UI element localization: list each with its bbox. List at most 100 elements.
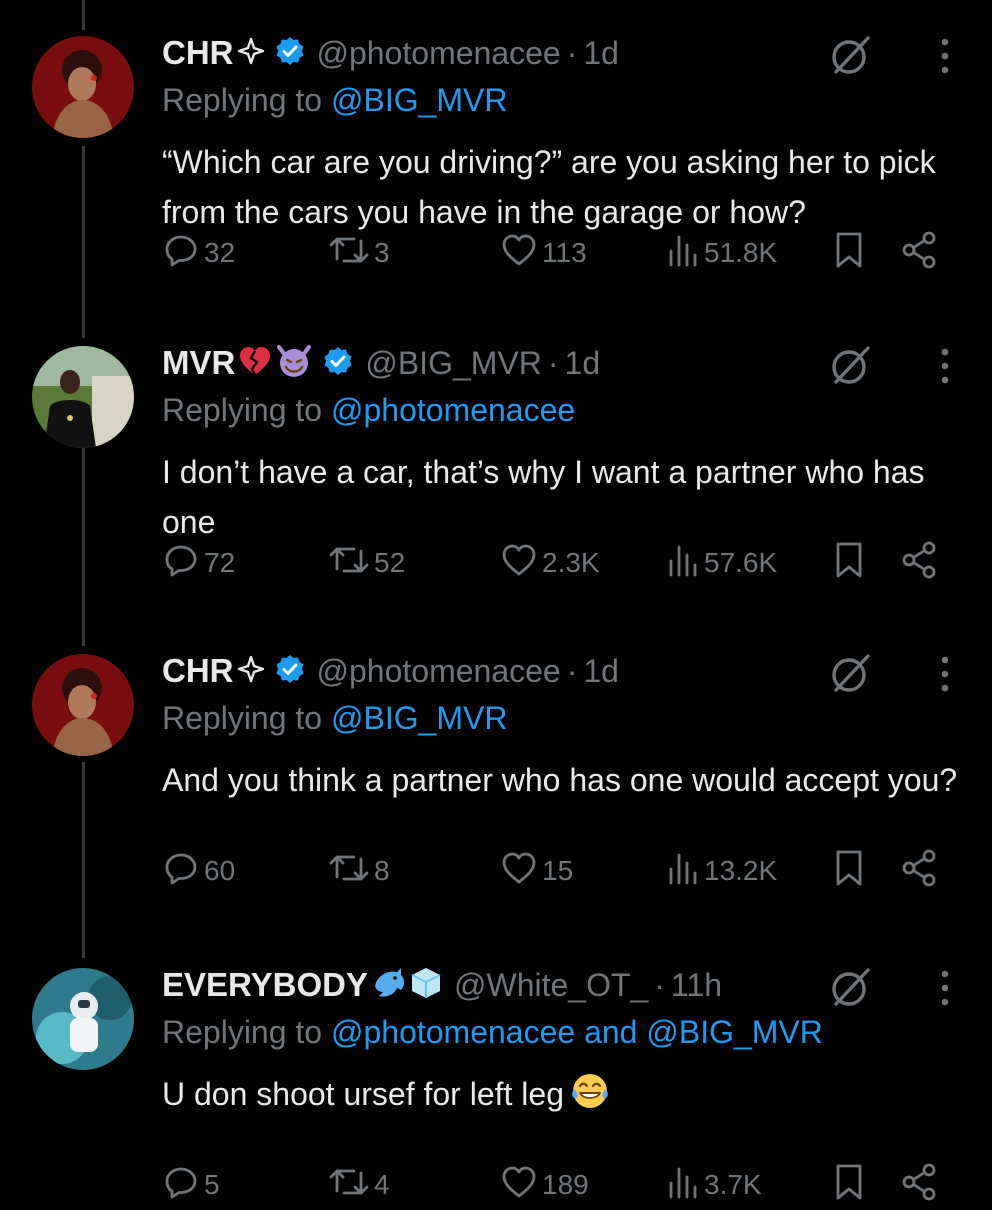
more-options-icon[interactable]: [938, 346, 952, 386]
views-button[interactable]: 3.7K: [666, 1160, 762, 1210]
handle[interactable]: @BIG_MVR: [365, 345, 542, 382]
tweet[interactable]: MVR @BIG_MVR · 1d Replying to @photomena…: [0, 310, 992, 610]
share-icon: [900, 230, 944, 277]
share-icon: [900, 848, 944, 895]
views-chart-icon: [666, 231, 704, 276]
timestamp[interactable]: 11h: [671, 967, 722, 1004]
mention-link[interactable]: @BIG_MVR: [331, 82, 508, 118]
replying-to: Replying to @photomenacee and @BIG_MVR: [162, 1014, 823, 1051]
replying-and: and: [575, 1014, 647, 1050]
ice-cube-icon: [410, 966, 442, 1005]
reply-count: 5: [204, 1169, 220, 1200]
reply-button[interactable]: 72: [162, 538, 235, 588]
avatar[interactable]: [32, 968, 134, 1070]
share-icon: [900, 540, 944, 587]
smiling-devil-icon: [275, 343, 313, 384]
reply-count: 32: [204, 237, 236, 268]
reply-count: 72: [204, 547, 236, 578]
tweet[interactable]: EVERYBODY @White_OT_ · 11h Replying to @…: [0, 932, 992, 1200]
retweet-button[interactable]: 52: [328, 538, 405, 588]
handle[interactable]: @White_OT_: [454, 967, 648, 1004]
timestamp[interactable]: 1d: [583, 653, 619, 690]
timestamp[interactable]: 1d: [565, 345, 601, 382]
retweet-icon: [328, 231, 374, 276]
dolphin-icon: [371, 966, 407, 1005]
like-count: 113: [542, 237, 587, 268]
reply-icon: [162, 1163, 204, 1208]
tweet-text: And you think a partner who has one woul…: [162, 762, 958, 798]
handle[interactable]: @photomenacee: [317, 35, 561, 72]
handle[interactable]: @photomenacee: [317, 653, 561, 690]
separator-dot: ·: [566, 652, 578, 689]
tweet-text: I don’t have a car, that’s why I want a …: [162, 454, 925, 540]
mention-link[interactable]: @photomenacee: [331, 1014, 575, 1050]
bookmark-icon: [832, 1162, 870, 1209]
views-chart-icon: [666, 1163, 704, 1208]
verified-badge-icon[interactable]: [275, 654, 305, 689]
action-bar: 72 52 2.3K 57.6K: [162, 538, 952, 588]
like-count: 189: [542, 1169, 589, 1200]
views-button[interactable]: 51.8K: [666, 228, 777, 278]
tweet-text: “Which car are you driving?” are you ask…: [162, 144, 936, 230]
verified-badge-icon[interactable]: [275, 36, 305, 71]
action-bar: 5 4 189 3.7K: [162, 1160, 952, 1210]
like-button[interactable]: 2.3K: [500, 538, 600, 588]
verified-badge-icon[interactable]: [323, 346, 353, 381]
share-button[interactable]: [900, 1160, 944, 1210]
replying-prefix: Replying to: [162, 392, 331, 428]
timestamp[interactable]: 1d: [583, 35, 619, 72]
reply-button[interactable]: 5: [162, 1160, 220, 1210]
like-button[interactable]: 15: [500, 846, 573, 896]
retweet-button[interactable]: 4: [328, 1160, 390, 1210]
replying-prefix: Replying to: [162, 700, 331, 736]
bookmark-button[interactable]: [832, 846, 870, 896]
retweet-button[interactable]: 8: [328, 846, 390, 896]
tweet[interactable]: CHR @photomenacee · 1d Replying to @BIG_…: [0, 618, 992, 918]
like-count: 2.3K: [542, 547, 600, 578]
grok-icon[interactable]: [828, 964, 874, 1010]
like-button[interactable]: 113: [500, 228, 587, 278]
reply-button[interactable]: 32: [162, 228, 235, 278]
avatar[interactable]: [32, 654, 134, 756]
mention-link[interactable]: @photomenacee: [331, 392, 575, 428]
replying-to: Replying to @BIG_MVR: [162, 700, 508, 737]
avatar[interactable]: [32, 36, 134, 138]
heart-icon: [500, 1163, 542, 1208]
retweet-button[interactable]: 3: [328, 228, 390, 278]
reply-count: 60: [204, 855, 236, 886]
mention-link[interactable]: @BIG_MVR: [646, 1014, 823, 1050]
share-icon: [900, 1162, 944, 1209]
tears-of-joy-icon: [570, 1071, 610, 1111]
tweet-text: U don shoot ursef for left leg: [162, 1069, 962, 1119]
reply-button[interactable]: 60: [162, 846, 235, 896]
share-button[interactable]: [900, 538, 944, 588]
retweet-count: 4: [374, 1169, 390, 1200]
display-name[interactable]: CHR: [162, 34, 234, 72]
views-button[interactable]: 13.2K: [666, 846, 777, 896]
display-name[interactable]: MVR: [162, 344, 235, 382]
mention-link[interactable]: @BIG_MVR: [331, 700, 508, 736]
grok-icon[interactable]: [828, 32, 874, 78]
display-name[interactable]: EVERYBODY: [162, 966, 368, 1004]
bookmark-button[interactable]: [832, 538, 870, 588]
bookmark-button[interactable]: [832, 228, 870, 278]
view-count: 57.6K: [704, 547, 778, 578]
like-button[interactable]: 189: [500, 1160, 589, 1210]
share-button[interactable]: [900, 846, 944, 896]
reply-icon: [162, 849, 204, 894]
grok-icon[interactable]: [828, 650, 874, 696]
share-button[interactable]: [900, 228, 944, 278]
more-options-icon[interactable]: [938, 968, 952, 1008]
more-options-icon[interactable]: [938, 654, 952, 694]
more-options-icon[interactable]: [938, 36, 952, 76]
like-count: 15: [542, 855, 574, 886]
avatar[interactable]: [32, 346, 134, 448]
views-button[interactable]: 57.6K: [666, 538, 777, 588]
grok-icon[interactable]: [828, 342, 874, 388]
replying-to: Replying to @BIG_MVR: [162, 82, 508, 119]
bookmark-icon: [832, 848, 870, 895]
display-name[interactable]: CHR: [162, 652, 234, 690]
tweet[interactable]: CHR @photomenacee · 1d Replying to @BIG_…: [0, 0, 992, 300]
reply-icon: [162, 541, 204, 586]
bookmark-button[interactable]: [832, 1160, 870, 1210]
